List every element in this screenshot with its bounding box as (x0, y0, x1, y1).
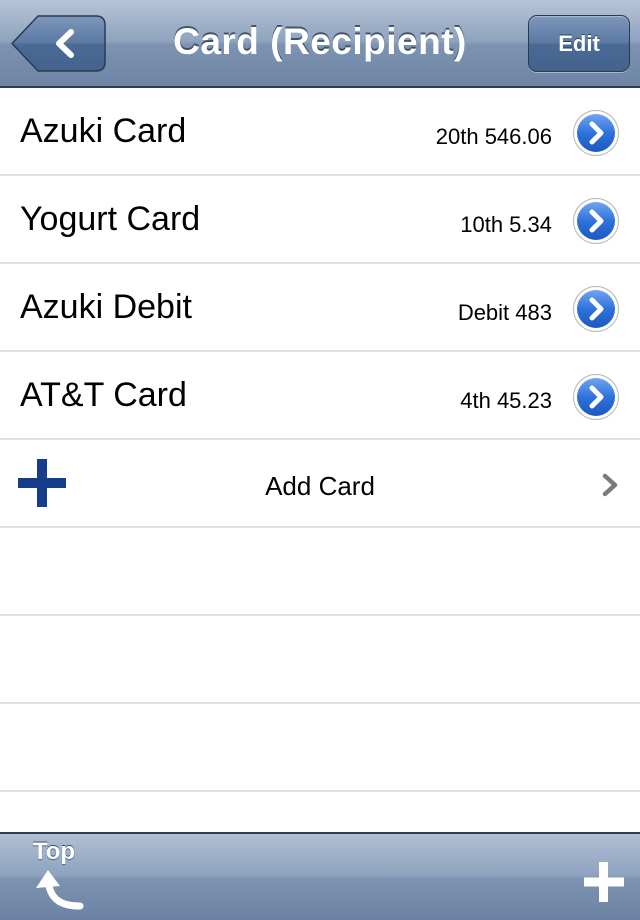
card-name: Azuki Card (20, 112, 187, 150)
edit-button[interactable]: Edit (528, 15, 630, 72)
detail-disclosure-button[interactable] (572, 285, 620, 333)
empty-row (0, 528, 640, 616)
curved-up-arrow-icon (36, 870, 84, 910)
scroll-to-top-button[interactable]: Top (22, 838, 92, 916)
card-detail: 20th 546.06 (435, 124, 552, 149)
chevron-right-circle-icon (573, 374, 619, 420)
plus-icon (584, 862, 624, 902)
add-card-row[interactable]: Add Card (0, 440, 640, 528)
back-button[interactable] (10, 15, 106, 72)
card-detail: Debit 483 (457, 300, 552, 325)
empty-row (0, 704, 640, 792)
card-row[interactable]: AT&T Card 4th 45.23 (0, 352, 640, 440)
chevron-right-circle-icon (573, 198, 619, 244)
detail-disclosure-button[interactable] (572, 197, 620, 245)
card-row[interactable]: Azuki Card 20th 546.06 (0, 88, 640, 176)
back-button-shape (11, 15, 106, 72)
navigation-bar: Card (Recipient) Edit (0, 0, 640, 88)
card-detail: 4th 45.23 (460, 388, 552, 413)
chevron-right-circle-icon (573, 110, 619, 156)
page-title: Card (Recipient) (173, 21, 467, 62)
chevron-right-circle-icon (573, 286, 619, 332)
card-row[interactable]: Azuki Debit Debit 483 (0, 264, 640, 352)
card-row[interactable]: Yogurt Card 10th 5.34 (0, 176, 640, 264)
card-detail: 10th 5.34 (460, 212, 552, 237)
chevron-right-icon (602, 473, 618, 497)
detail-disclosure-button[interactable] (572, 373, 620, 421)
card-list: Azuki Card 20th 546.06 Yogurt Card 10th … (0, 88, 640, 792)
card-name: AT&T Card (20, 376, 187, 414)
empty-row (0, 616, 640, 704)
add-card-label: Add Card (265, 471, 375, 501)
top-label: Top (32, 838, 76, 865)
detail-disclosure-button[interactable] (572, 109, 620, 157)
card-name: Azuki Debit (20, 288, 192, 326)
card-name: Yogurt Card (20, 200, 201, 238)
toolbar-add-button[interactable] (582, 860, 626, 904)
bottom-toolbar: Top (0, 832, 640, 920)
